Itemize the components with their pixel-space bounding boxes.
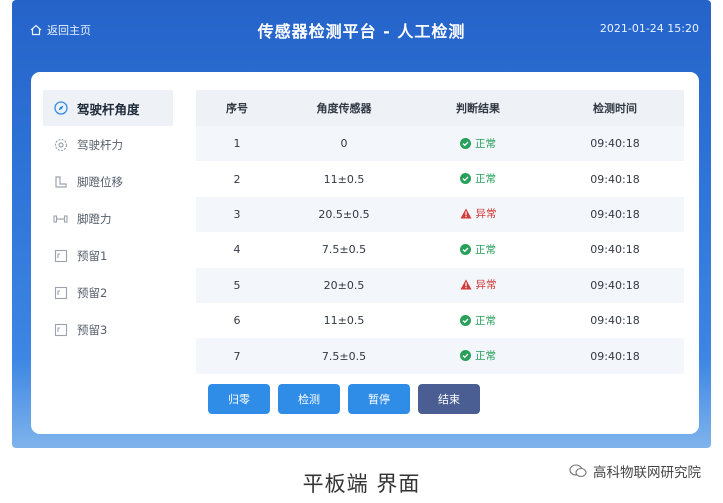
check-circle-icon xyxy=(460,173,471,185)
sidebar-item-label: 预留2 xyxy=(77,285,108,300)
check-circle-icon xyxy=(460,314,471,326)
end-button[interactable]: 结束 xyxy=(418,384,480,414)
sensor-value-cell: 7.5±0.5 xyxy=(321,349,367,363)
status-text: 正常 xyxy=(475,350,496,363)
result-cell: 异常 xyxy=(410,206,546,222)
compass-icon xyxy=(53,101,68,116)
sidebar-item-label: 预留1 xyxy=(77,248,108,263)
index-cell: 5 xyxy=(233,278,241,292)
result-cell: 正常 xyxy=(410,171,546,187)
warning-icon xyxy=(460,279,471,290)
sidebar-item-label: 驾驶杆力 xyxy=(77,137,123,152)
wechat-icon xyxy=(569,464,587,478)
table-row: 3 20.5±0.5 异常 09:40:18 xyxy=(196,196,684,233)
watermark-text: 高科物联网研究院 xyxy=(593,465,701,481)
table-row: 5 20±0.5 异常 09:40:18 xyxy=(196,267,684,303)
table-row: 1 0 正常 09:40:18 xyxy=(196,126,684,162)
sidebar-item-label: 驾驶杆角度 xyxy=(77,101,140,117)
content-card: 驾驶杆角度 驾驶杆力 脚蹬位移 脚蹬力 预留1 预留2 预留3 序号 角度传感器… xyxy=(31,72,699,434)
status-text: 正常 xyxy=(475,173,496,186)
gear-icon xyxy=(53,137,68,152)
sidebar-item-reserved-1[interactable]: 预留1 xyxy=(43,237,173,274)
status-text: 异常 xyxy=(475,279,497,292)
status-badge: 正常 xyxy=(460,171,496,186)
time-cell: 09:40:18 xyxy=(590,278,640,292)
sidebar: 驾驶杆角度 驾驶杆力 脚蹬位移 脚蹬力 预留1 预留2 预留3 xyxy=(43,90,173,348)
sidebar-item-reserved-2[interactable]: 预留2 xyxy=(43,274,173,311)
result-cell: 正常 xyxy=(410,136,546,152)
reserve-icon xyxy=(53,285,68,300)
sensor-value-cell: 7.5±0.5 xyxy=(321,243,367,257)
status-badge: 正常 xyxy=(460,136,496,151)
sidebar-item-label: 预留3 xyxy=(77,322,108,337)
result-cell: 正常 xyxy=(410,242,546,258)
index-cell: 1 xyxy=(233,137,241,151)
sensor-value-cell: 0 xyxy=(340,137,348,151)
status-badge: 正常 xyxy=(460,348,496,363)
dumbbell-icon xyxy=(53,211,68,226)
column-header: 检测时间 xyxy=(593,102,637,115)
index-cell: 6 xyxy=(233,314,241,328)
column-header: 判断结果 xyxy=(456,102,500,115)
sidebar-item-reserved-3[interactable]: 预留3 xyxy=(43,311,173,348)
column-header: 角度传感器 xyxy=(316,102,372,115)
zero-button[interactable]: 归零 xyxy=(208,384,270,414)
status-text: 正常 xyxy=(475,314,496,327)
table-row: 7 7.5±0.5 正常 09:40:18 xyxy=(196,338,684,374)
status-text: 正常 xyxy=(475,137,496,150)
time-cell: 09:40:18 xyxy=(590,243,640,257)
status-badge: 异常 xyxy=(460,206,497,221)
reserve-icon xyxy=(53,248,68,263)
status-badge: 异常 xyxy=(460,277,497,292)
top-bar: 返回主页 传感器检测平台 - 人工检测 2021-01-24 15:20 xyxy=(12,0,711,58)
datetime: 2021-01-24 15:20 xyxy=(599,22,699,35)
sidebar-item-stick-force[interactable]: 驾驶杆力 xyxy=(43,126,173,163)
sidebar-item-stick-angle[interactable]: 驾驶杆角度 xyxy=(43,90,173,126)
table-body: 1 0 正常 09:40:18 2 11±0.5 正常 09:40:18 3 20.5±0.5 异常… xyxy=(196,126,684,374)
results-table: 序号 角度传感器 判断结果 检测时间 1 0 正常 09:40:18 2 11±0.5 正常… xyxy=(196,90,684,374)
index-cell: 4 xyxy=(233,243,241,257)
warning-icon xyxy=(460,208,471,219)
sidebar-item-label: 脚蹬力 xyxy=(77,211,112,226)
status-text: 异常 xyxy=(475,208,497,221)
sensor-value-cell: 11±0.5 xyxy=(323,314,365,328)
index-cell: 7 xyxy=(233,349,241,363)
time-cell: 09:40:18 xyxy=(590,137,640,151)
pedal-icon xyxy=(53,174,68,189)
time-cell: 09:40:18 xyxy=(590,207,640,221)
reserve-icon xyxy=(53,322,68,337)
action-buttons: 归零 检测 暂停 结束 xyxy=(208,384,488,414)
watermark: 高科物联网研究院 xyxy=(569,461,701,481)
sensor-value-cell: 11±0.5 xyxy=(323,172,365,186)
column-header: 序号 xyxy=(226,102,248,115)
status-badge: 正常 xyxy=(460,242,496,257)
sidebar-item-pedal-force[interactable]: 脚蹬力 xyxy=(43,200,173,237)
status-text: 正常 xyxy=(475,243,496,256)
index-cell: 3 xyxy=(233,207,241,221)
table-row: 4 7.5±0.5 正常 09:40:18 xyxy=(196,232,684,267)
check-circle-icon xyxy=(460,350,471,362)
table-header: 序号 角度传感器 判断结果 检测时间 xyxy=(196,90,684,126)
sidebar-item-pedal-displacement[interactable]: 脚蹬位移 xyxy=(43,163,173,200)
index-cell: 2 xyxy=(233,172,241,186)
pause-button[interactable]: 暂停 xyxy=(348,384,410,414)
status-badge: 正常 xyxy=(460,313,496,328)
sensor-value-cell: 20.5±0.5 xyxy=(318,207,370,221)
sidebar-item-label: 脚蹬位移 xyxy=(77,174,123,189)
detect-button[interactable]: 检测 xyxy=(278,384,340,414)
result-cell: 正常 xyxy=(410,313,546,329)
app-screen: 返回主页 传感器检测平台 - 人工检测 2021-01-24 15:20 驾驶杆… xyxy=(12,0,711,448)
result-cell: 正常 xyxy=(410,348,546,364)
time-cell: 09:40:18 xyxy=(590,314,640,328)
check-circle-icon xyxy=(460,243,471,255)
result-cell: 异常 xyxy=(410,277,546,293)
time-cell: 09:40:18 xyxy=(590,349,640,363)
table-row: 6 11±0.5 正常 09:40:18 xyxy=(196,303,684,338)
check-circle-icon xyxy=(460,137,471,149)
table-row: 2 11±0.5 正常 09:40:18 xyxy=(196,161,684,196)
sensor-value-cell: 20±0.5 xyxy=(323,278,365,292)
time-cell: 09:40:18 xyxy=(590,172,640,186)
